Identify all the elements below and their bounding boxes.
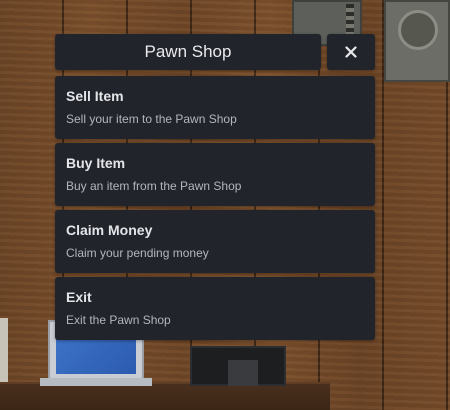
close-icon: [345, 46, 357, 58]
wall-meter: [384, 0, 450, 82]
monitor-stand: [228, 360, 258, 386]
buy-item-option[interactable]: Buy Item Buy an item from the Pawn Shop: [55, 143, 375, 206]
menu-header: Pawn Shop: [55, 34, 375, 70]
exit-option[interactable]: Exit Exit the Pawn Shop: [55, 277, 375, 340]
sell-item-option[interactable]: Sell Item Sell your item to the Pawn Sho…: [55, 76, 375, 139]
menu-title: Pawn Shop: [55, 34, 321, 70]
pawn-shop-menu: Pawn Shop Sell Item Sell your item to th…: [55, 34, 375, 344]
desk: [0, 382, 330, 410]
claim-money-option[interactable]: Claim Money Claim your pending money: [55, 210, 375, 273]
option-description: Claim your pending money: [66, 246, 209, 260]
option-description: Exit the Pawn Shop: [66, 313, 171, 327]
laptop-base: [40, 378, 152, 386]
close-button[interactable]: [327, 34, 375, 70]
option-description: Buy an item from the Pawn Shop: [66, 179, 242, 193]
option-description: Sell your item to the Pawn Shop: [66, 112, 237, 126]
option-title: Exit: [66, 289, 92, 305]
option-title: Sell Item: [66, 88, 124, 104]
option-title: Claim Money: [66, 222, 153, 238]
curtain-edge: [0, 318, 8, 388]
option-title: Buy Item: [66, 155, 126, 171]
